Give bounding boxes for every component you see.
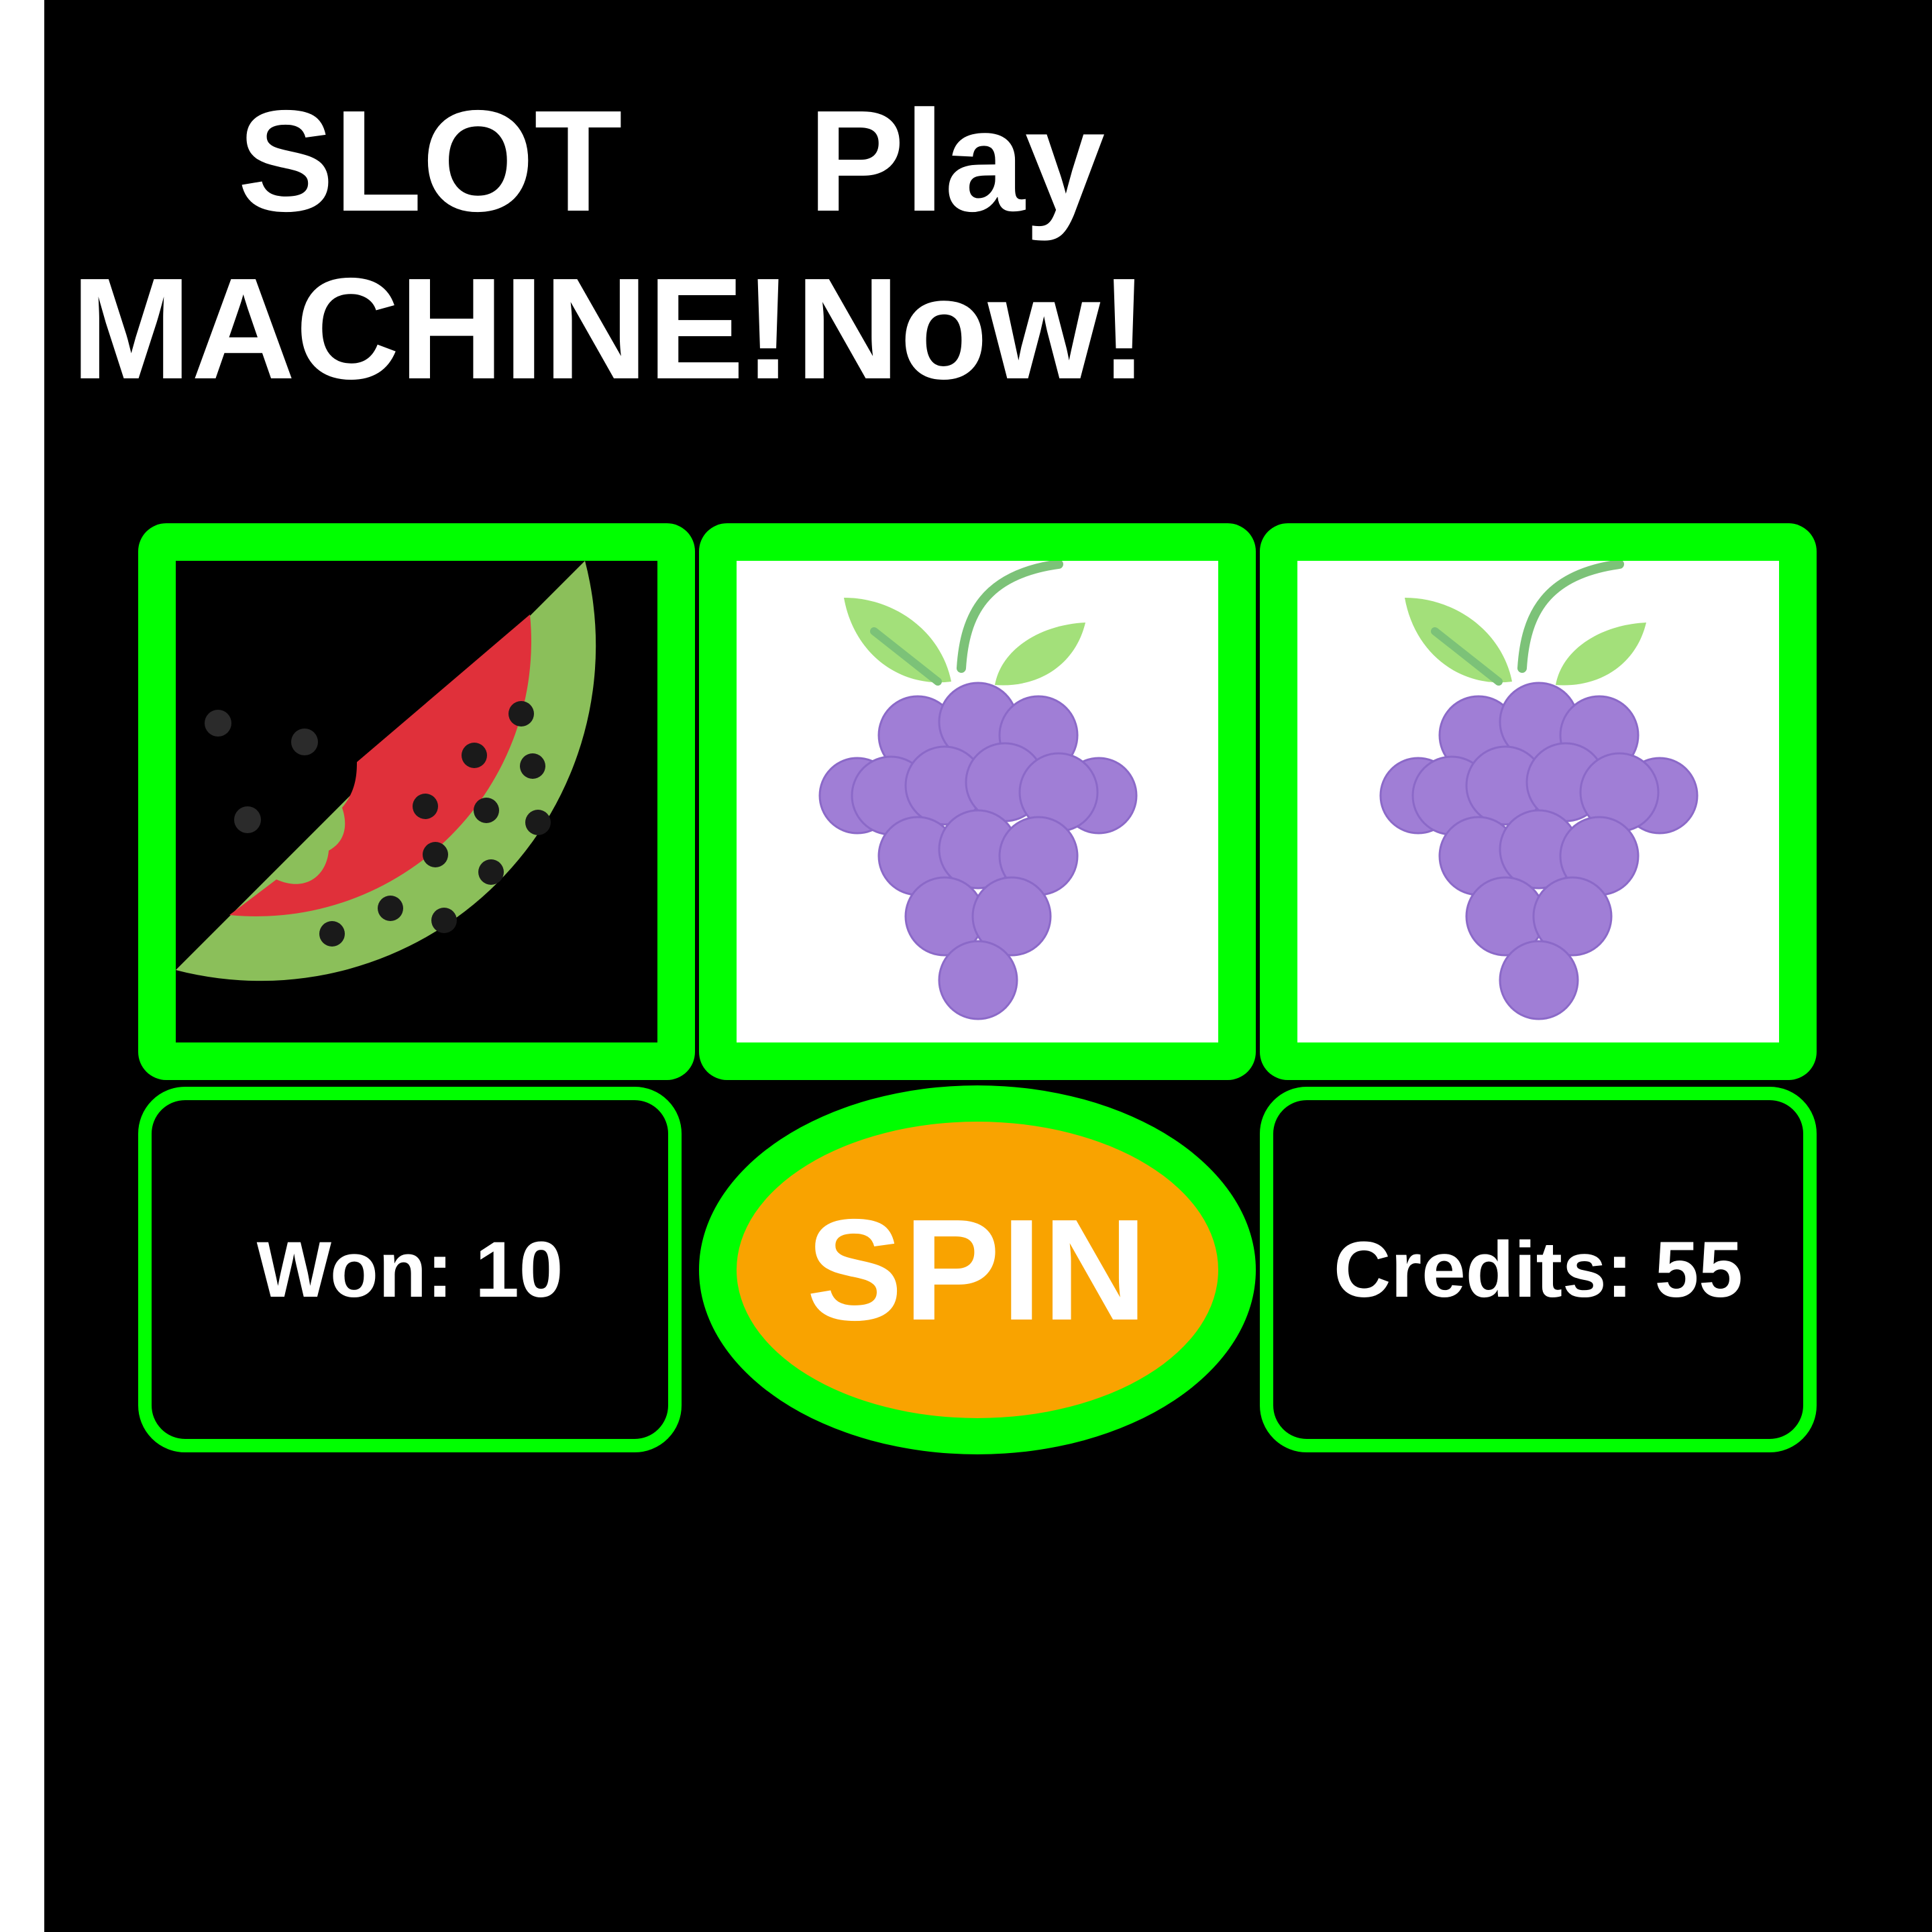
watermelon-seed — [520, 753, 545, 779]
tagline-line-2: Now! — [796, 248, 1148, 409]
grape-bunch — [818, 682, 1138, 1020]
watermelon-seed — [413, 794, 438, 819]
watermelon-seed — [462, 743, 487, 768]
tagline-line-1: Play — [808, 80, 1106, 241]
watermelon-seed — [431, 908, 457, 933]
watermelon-seed — [423, 842, 448, 867]
reel-1 — [138, 523, 695, 1080]
watermelon-seed — [319, 921, 345, 947]
spin-label: SPIN — [806, 1189, 1148, 1350]
game-title-line-2: MACHINE! — [71, 248, 792, 409]
watermelon-crumb — [291, 729, 318, 755]
grape-leaf — [1556, 623, 1646, 686]
credits-display: Credits: 55 — [1260, 1087, 1817, 1452]
play-now-tagline: Play Now! — [796, 77, 1148, 413]
reel-3-window — [1297, 561, 1779, 1042]
grape-leaf — [1405, 598, 1512, 683]
watermelon-seed — [525, 810, 551, 835]
watermelon-seed — [478, 859, 504, 885]
grape-leaf — [844, 598, 951, 683]
grape-bunch — [1379, 682, 1699, 1020]
grapes-icon — [1379, 561, 1699, 1020]
grape-leaf — [995, 623, 1085, 686]
won-label: Won: 10 — [256, 1225, 564, 1314]
watermelon-crumb — [205, 710, 231, 737]
credits-label: Credits: 55 — [1334, 1225, 1743, 1314]
reel-2 — [699, 523, 1256, 1080]
reel-2-window — [737, 561, 1218, 1042]
spin-button[interactable]: SPIN — [737, 1122, 1218, 1418]
slot-machine-screen: SLOT MACHINE! Play Now! Won: 10 SPIN Cre… — [44, 0, 1932, 1932]
spin-button-frame[interactable]: SPIN — [699, 1085, 1256, 1454]
watermelon-crumb — [234, 806, 261, 833]
watermelon-seed — [474, 798, 499, 823]
watermelon-seed — [508, 701, 534, 727]
reel-3 — [1260, 523, 1817, 1080]
watermelon-seed — [378, 896, 403, 921]
reel-1-window — [176, 561, 657, 1042]
grapes-icon — [818, 561, 1138, 1020]
won-display: Won: 10 — [138, 1087, 682, 1452]
game-title: SLOT MACHINE! — [71, 77, 792, 413]
watermelon-icon — [176, 561, 596, 981]
game-title-line-1: SLOT — [237, 80, 623, 241]
